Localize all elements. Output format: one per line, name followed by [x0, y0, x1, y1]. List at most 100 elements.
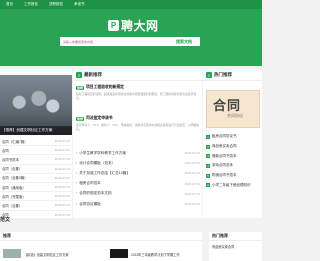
article-tag: 推荐: [76, 85, 85, 90]
bullet-icon: 2: [206, 144, 210, 149]
search-button[interactable]: 搜索文档: [168, 37, 200, 46]
list-item[interactable]: 1 租房合同协议书: [206, 132, 262, 142]
hot-list: 1 租房合同协议书 2 商品房买卖合同 3 借款合同书范本 4 劳动合同范本 5 购销合同…: [206, 132, 262, 190]
search-box: 搜索文档: [60, 37, 200, 46]
logo-text: 聘大网: [121, 18, 159, 33]
item-title: 合同（汇编7篇）: [2, 139, 28, 144]
hero-banner: P 聘大网 搜索文档: [0, 9, 262, 66]
item-date: 2023-07-02: [54, 194, 70, 199]
item-date: 2023-07-02: [184, 181, 200, 186]
section-header: ≡ 热门推荐: [203, 70, 262, 81]
item-date: 2023-07-02: [54, 185, 70, 190]
list-icon: ≡: [76, 72, 82, 78]
item-title: 合同: [2, 148, 9, 153]
nav-work-report[interactable]: 工作报告: [24, 2, 38, 7]
item-date: 2023-07-02: [54, 166, 70, 171]
item-date: 2023-07-02: [54, 212, 70, 217]
nav-pledge[interactable]: 承诺书: [74, 2, 85, 7]
list-item[interactable]: 合同（合集） 2023-07-02: [0, 201, 72, 211]
item-title: 合同（合集）: [2, 203, 23, 208]
item-date: 2023-07-02: [184, 171, 200, 176]
item-date: 2023-07-02: [184, 151, 200, 156]
thumbnail-image[interactable]: [110, 249, 128, 258]
bottom-left-panel: 推荐 【精选】创建文明社区工作方案 2023年三年级教学计划下学期工作: [0, 232, 202, 261]
item-date: 2023-07-02: [54, 203, 70, 208]
list-item[interactable]: 合同 2023-07-02: [0, 211, 72, 220]
bullet-icon: 1: [206, 134, 210, 139]
list-item[interactable]: 合同协议模板 2023-07-02: [76, 199, 200, 209]
item-date: 2023-07-02: [54, 157, 70, 162]
section-header: ≡ 最新推荐: [73, 70, 202, 81]
item-title: 购销合同书范本: [212, 173, 237, 178]
featured-article[interactable]: 推荐 司法鉴定申请书 鉴定申请人：XXX，委托人：XXX。申请事项：请求对该案件中…: [76, 116, 200, 131]
item-title: 设计合同模板（范本）: [76, 161, 115, 166]
left-article-list: 合同（汇编7篇） 2023-07-02 合同 2023-07-02 合同书范本 202…: [0, 137, 72, 220]
list-item[interactable]: 合同（通用版） 2023-07-02: [0, 183, 72, 193]
panel-header: 推荐: [0, 232, 202, 241]
article-headline[interactable]: 项目工程验收的新规定: [86, 85, 124, 90]
article-headline[interactable]: 司法鉴定申请书: [86, 116, 113, 121]
list-item[interactable]: 3 借款合同书范本: [206, 151, 262, 161]
item-title: 合同（完整版）: [2, 194, 26, 199]
item-title: 小学生教学学科教学工作方案: [76, 151, 126, 156]
list-item[interactable]: 合同的规定范本文档 2023-07-02: [76, 189, 200, 199]
nav-duty-report[interactable]: 述职报告: [49, 2, 63, 7]
list-item[interactable]: 2 商品房买卖合同: [206, 142, 262, 152]
list-item[interactable]: 租房合同范本 2023-07-02: [76, 179, 200, 189]
item-title: 借款合同书范本: [212, 153, 237, 158]
item-title[interactable]: 商品房买卖合同: [212, 244, 234, 249]
item-date: 2023-07-02: [54, 175, 70, 180]
section-title: 范文: [0, 217, 11, 223]
item-title: 合同（通用版）: [2, 185, 26, 190]
nav-home[interactable]: 首页: [6, 2, 13, 7]
list-item[interactable]: 4 劳动合同范本: [206, 161, 262, 171]
list-item[interactable]: 小学生教学学科教学工作方案 2023-07-02: [76, 148, 200, 158]
article-summary: 随着工程项目的实施，越来越多的项目在验收时需要遵循新的规定，而工程的验收标准也在…: [76, 91, 197, 100]
panel-header: 热门推荐: [209, 232, 262, 241]
feature-photo: [8, 87, 64, 125]
item-title[interactable]: 2023年三年级教学计划下学期工作: [131, 252, 180, 257]
thumbnail-image[interactable]: [3, 249, 21, 258]
list-item[interactable]: 合同 2023-07-02: [0, 146, 72, 156]
article-summary: 鉴定申请人：XXX，委托人：XXX。申请事项：请求对该案件中的相关事项进行司法鉴…: [76, 122, 200, 131]
featured-image[interactable]: 【推荐】创建文明社区工作方案: [0, 75, 72, 135]
item-title: 小学二年级下册品德知识: [212, 182, 251, 187]
center-column: ≡ 最新推荐 推荐 项目工程验收的新规定 随着工程项目的实施，越来越多的项目在验收…: [73, 70, 202, 218]
item-date: 2023-07-02: [184, 191, 200, 196]
featured-article[interactable]: 推荐 项目工程验收的新规定 随着工程项目的实施，越来越多的项目在验收时需要遵循新的…: [76, 85, 200, 100]
list-item[interactable]: 合同（合集5篇） 2023-07-02: [0, 174, 72, 183]
bullet-icon: 3: [206, 154, 210, 159]
list-item[interactable]: 合同（汇编7篇） 2023-07-02: [0, 137, 72, 147]
search-input[interactable]: [60, 37, 168, 46]
list-item[interactable]: 关于加强工作总结【汇总10篇】 2023-07-02: [76, 168, 200, 178]
item-title: 合同（合集5篇）: [2, 176, 28, 181]
section-title: 最新推荐: [84, 72, 102, 77]
item-title[interactable]: 【精选】创建文明社区工作方案: [24, 252, 69, 257]
list-item[interactable]: 合同（完整版） 2023-07-02: [0, 192, 72, 202]
item-date: 2023-07-02: [184, 161, 200, 166]
list-icon: ≡: [206, 72, 212, 78]
bottom-right-panel: 热门推荐 商品房买卖合同: [209, 232, 262, 261]
feature-caption[interactable]: 【推荐】创建文明社区工作方案: [0, 126, 72, 135]
item-title: 合同的规定范本文档: [76, 191, 111, 196]
site-logo[interactable]: P 聘大网: [108, 18, 159, 33]
list-item[interactable]: 6 小学二年级下册品德知识: [206, 180, 262, 190]
list-item[interactable]: 设计合同模板（范本） 2023-07-02: [76, 158, 200, 168]
bullet-icon: 4: [206, 163, 210, 168]
bottom-section: 推荐 【精选】创建文明社区工作方案 2023年三年级教学计划下学期工作 热门推荐…: [0, 232, 262, 261]
item-title: 租房合同范本: [76, 181, 101, 186]
right-column: ≡ 热门推荐 合同 合同协议 1 租房合同协议书 2 商品房买卖合同 3 借款合同书范…: [203, 70, 262, 218]
section-title: 热门推荐: [214, 72, 232, 77]
list-item[interactable]: 合同书范本 2023-07-02: [0, 155, 72, 165]
list-item[interactable]: 合同（合集） 2023-07-02: [0, 165, 72, 174]
item-title: 劳动合同范本: [212, 163, 233, 168]
bullet-icon: 6: [206, 183, 210, 188]
left-column: 【推荐】创建文明社区工作方案 合同（汇编7篇） 2023-07-02 合同 2023…: [0, 70, 72, 220]
list-item[interactable]: 5 购销合同书范本: [206, 171, 262, 181]
center-article-list: 小学生教学学科教学工作方案 2023-07-02 设计合同模板（范本） 2023-0…: [76, 148, 200, 209]
top-nav: 首页 工作报告 述职报告 承诺书: [0, 0, 262, 9]
item-title: 关于加强工作总结【汇总10篇】: [76, 171, 130, 176]
item-date: 2023-07-02: [184, 202, 200, 207]
logo-mark-icon: P: [108, 19, 119, 31]
hot-image[interactable]: 合同 合同协议: [206, 90, 260, 128]
